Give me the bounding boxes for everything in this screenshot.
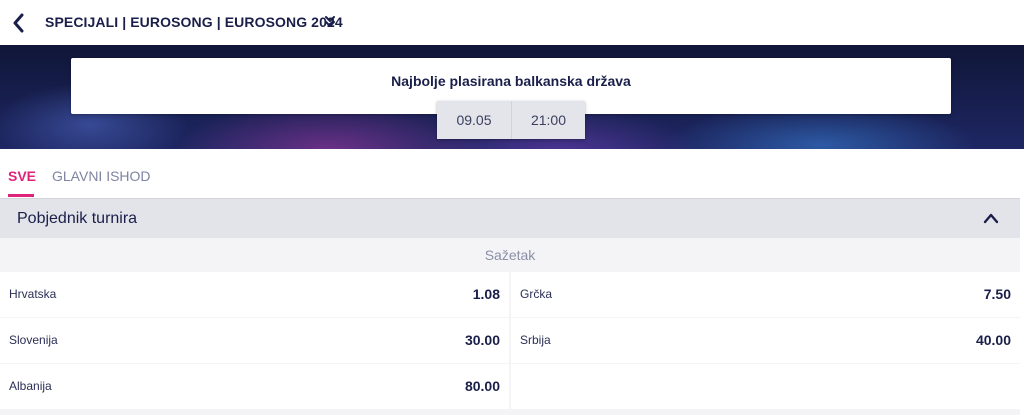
event-title: Najbolje plasirana balkanska država (391, 73, 631, 89)
selection-name: Grčka (520, 287, 553, 301)
selection-name: Hrvatska (9, 287, 57, 301)
breadcrumb: SPECIJALI | EUROSONG | EUROSONG 2024 (45, 14, 343, 30)
selection-odds: 7.50 (983, 286, 1011, 302)
summary-label: Sažetak (484, 247, 536, 263)
tab-sve[interactable]: SVE (8, 168, 36, 184)
chevron-up-icon (983, 213, 999, 224)
odds-selection-grcka[interactable]: Grčka 7.50 (511, 272, 1020, 317)
odds-selection-slovenija[interactable]: Slovenija 30.00 (0, 318, 509, 363)
event-date: 09.05 (437, 101, 511, 139)
market-title: Pobjednik turnira (17, 210, 138, 227)
event-time: 21:00 (511, 101, 585, 139)
active-tab-indicator (8, 194, 34, 197)
tab-glavni-ishod[interactable]: GLAVNI ISHOD (52, 168, 151, 184)
selection-odds: 1.08 (472, 286, 500, 302)
odds-selection-albanija[interactable]: Albanija 80.00 (0, 364, 509, 409)
selection-name: Albanija (9, 379, 52, 393)
market-tabs: SVE GLAVNI ISHOD (0, 149, 1024, 198)
double-chevron-down-icon (325, 16, 335, 27)
empty-cell (511, 364, 1020, 409)
market-header[interactable]: Pobjednik turnira (0, 198, 1020, 238)
selection-name: Slovenija (9, 333, 58, 347)
chevron-left-icon (13, 13, 24, 33)
top-bar: SPECIJALI | EUROSONG | EUROSONG 2024 (0, 0, 1024, 45)
breadcrumb-expand-button[interactable] (323, 14, 339, 30)
odds-selection-hrvatska[interactable]: Hrvatska 1.08 (0, 272, 509, 317)
selection-odds: 80.00 (464, 378, 500, 394)
selection-odds: 30.00 (464, 332, 500, 348)
summary-row: Sažetak (0, 238, 1020, 272)
selection-odds: 40.00 (975, 332, 1011, 348)
event-datetime: 09.05 21:00 (437, 101, 585, 139)
odds-selection-srbija[interactable]: Srbija 40.00 (511, 318, 1020, 363)
back-button[interactable] (8, 11, 28, 35)
selection-name: Srbija (520, 333, 551, 347)
event-hero-banner: Najbolje plasirana balkanska država 09.0… (0, 45, 1024, 149)
odds-grid: Hrvatska 1.08 Grčka 7.50 Slovenija 30.00… (0, 272, 1020, 415)
